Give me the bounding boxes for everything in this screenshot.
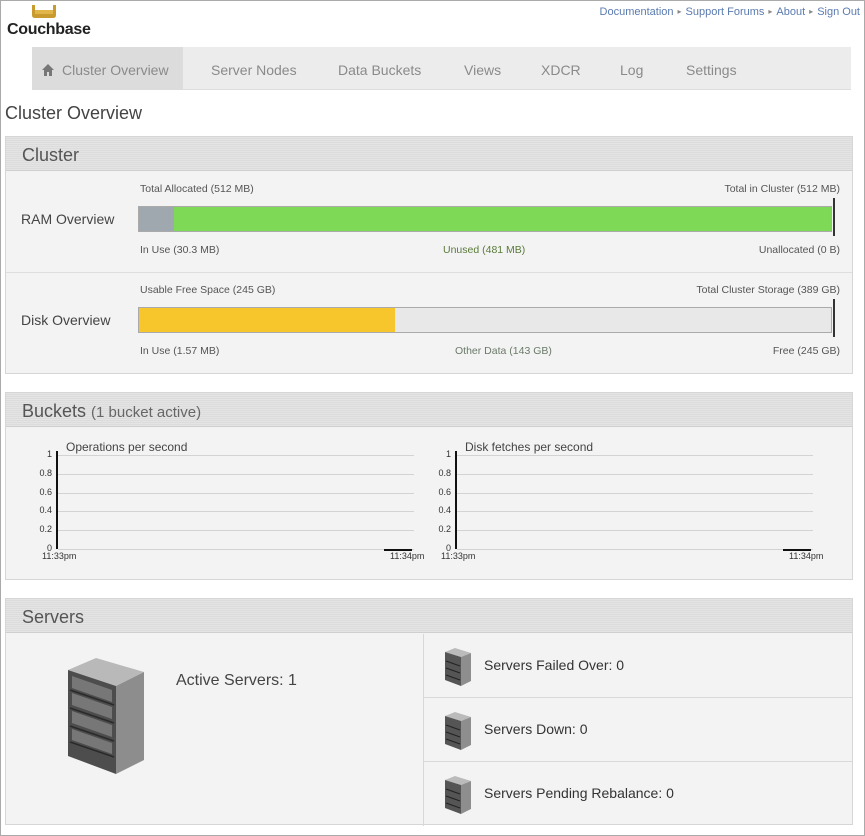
y-axis <box>56 451 58 549</box>
gridline <box>58 474 414 475</box>
buckets-panel-header: Buckets (1 bucket active) <box>6 393 852 427</box>
disk-overview-label: Disk Overview <box>21 312 111 328</box>
disk-in-use-segment <box>139 308 395 332</box>
ram-overview-label: RAM Overview <box>21 211 115 227</box>
x-tick-label: 11:34pm <box>390 551 425 561</box>
ram-marker <box>833 198 835 236</box>
logo-text: Couchbase <box>7 21 91 38</box>
disk-overview: Disk Overview Usable Free Space (245 GB)… <box>6 273 852 373</box>
servers-panel-header: Servers <box>6 599 852 633</box>
ram-total-allocated: Total Allocated (512 MB) <box>140 183 254 195</box>
cluster-panel: Cluster RAM Overview Total Allocated (51… <box>5 136 853 374</box>
servers-pending-rebalance-row: Servers Pending Rebalance: 0 <box>424 762 853 826</box>
servers-down: Servers Down: 0 <box>484 721 588 737</box>
tab-log[interactable]: Log <box>620 47 643 90</box>
disk-usable-free-space: Usable Free Space (245 GB) <box>140 284 276 296</box>
ram-in-use: In Use (30.3 MB) <box>140 244 220 256</box>
tab-label: Cluster Overview <box>62 62 169 78</box>
server-icon <box>445 776 471 814</box>
separator-icon: ▸ <box>768 7 773 16</box>
y-tick-label: 0.2 <box>438 524 451 534</box>
couchbase-logo-icon <box>32 5 56 18</box>
ram-in-use-segment <box>139 207 174 231</box>
gridline <box>457 455 813 456</box>
server-icon <box>445 648 471 686</box>
x-tick-label: 11:33pm <box>441 551 476 561</box>
about-link[interactable]: About <box>776 6 805 18</box>
operations-per-second-chart: Operations per second 1 0.8 0.6 0.4 0.2 0 11:33… <box>38 440 438 575</box>
y-tick-label: 0.4 <box>438 505 451 515</box>
ram-total-in-cluster: Total in Cluster (512 MB) <box>724 183 840 195</box>
ram-bar <box>138 206 832 232</box>
buckets-panel: Buckets (1 bucket active) Operations per… <box>5 392 853 580</box>
disk-marker <box>833 299 835 337</box>
documentation-link[interactable]: Documentation <box>600 6 674 18</box>
disk-bar <box>138 307 832 333</box>
servers-pending-rebalance: Servers Pending Rebalance: 0 <box>484 785 674 801</box>
gridline <box>457 549 813 550</box>
y-tick-label: 0.8 <box>438 468 451 478</box>
home-icon <box>42 64 54 76</box>
x-tick-label: 11:33pm <box>42 551 77 561</box>
y-tick-label: 0.2 <box>39 524 52 534</box>
tab-xdcr[interactable]: XDCR <box>541 47 581 90</box>
support-forums-link[interactable]: Support Forums <box>686 6 765 18</box>
servers-panel: Servers Active Servers: 1 Servers Failed… <box>5 598 853 826</box>
sign-out-link[interactable]: Sign Out <box>817 6 860 18</box>
separator-icon: ▸ <box>677 7 682 16</box>
disk-free: Free (245 GB) <box>772 345 840 357</box>
header: Couchbase Documentation ▸ Support Forums ▸ A… <box>1 1 864 45</box>
separator-icon: ▸ <box>809 7 814 16</box>
gridline <box>58 493 414 494</box>
server-icon <box>445 712 471 750</box>
ram-overview: RAM Overview Total Allocated (512 MB) To… <box>6 172 852 272</box>
server-tower-icon <box>68 658 144 774</box>
top-links: Documentation ▸ Support Forums ▸ About ▸ Sign … <box>600 6 860 18</box>
y-tick-label: 0.6 <box>39 487 52 497</box>
disk-total-cluster-storage: Total Cluster Storage (389 GB) <box>696 284 840 296</box>
server-status-list: Servers Failed Over: 0 Servers Down: 0 S… <box>423 634 853 826</box>
ram-unallocated: Unallocated (0 B) <box>758 244 840 256</box>
y-tick-label: 0.6 <box>438 487 451 497</box>
disk-other-data: Other Data (143 GB) <box>455 345 552 357</box>
buckets-title: Buckets (1 bucket active) <box>22 401 201 422</box>
y-tick-label: 1 <box>46 449 52 459</box>
gridline <box>457 530 813 531</box>
active-servers-section: Active Servers: 1 <box>6 634 423 826</box>
tab-settings[interactable]: Settings <box>686 47 737 90</box>
tab-data-buckets[interactable]: Data Buckets <box>338 47 421 90</box>
disk-in-use: In Use (1.57 MB) <box>140 345 220 357</box>
gridline <box>457 474 813 475</box>
page-title: Cluster Overview <box>5 103 143 123</box>
chart-title: Operations per second <box>66 440 188 454</box>
gridline <box>58 549 414 550</box>
gridline <box>457 511 813 512</box>
tab-cluster-overview[interactable]: Cluster Overview <box>32 47 183 90</box>
disk-fetches-per-second-chart: Disk fetches per second 1 0.8 0.6 0.4 0.2 0 11:… <box>437 440 837 575</box>
y-tick-label: 0.8 <box>39 468 52 478</box>
gridline <box>58 455 414 456</box>
cluster-title: Cluster <box>22 145 80 165</box>
gridline <box>457 493 813 494</box>
ram-unused: Unused (481 MB) <box>443 244 526 256</box>
gridline <box>58 511 414 512</box>
cluster-panel-header: Cluster <box>6 137 852 171</box>
tab-server-nodes[interactable]: Server Nodes <box>211 47 297 90</box>
ram-unused-segment <box>174 207 831 231</box>
servers-title: Servers <box>22 607 85 627</box>
gridline <box>58 530 414 531</box>
active-servers-count: Active Servers: 1 <box>176 672 297 689</box>
y-axis <box>455 451 457 549</box>
tab-views[interactable]: Views <box>464 47 501 90</box>
y-tick-label: 0.4 <box>39 505 52 515</box>
servers-failed-over: Servers Failed Over: 0 <box>484 657 625 673</box>
servers-down-row: Servers Down: 0 <box>424 698 853 762</box>
y-tick-label: 1 <box>445 449 451 459</box>
main-nav: Cluster Overview Server Nodes Data Bucke… <box>32 47 851 90</box>
x-tick-label: 11:34pm <box>789 551 824 561</box>
buckets-active-count: (1 bucket active) <box>91 404 202 421</box>
chart-title: Disk fetches per second <box>465 440 594 454</box>
buckets-title-text: Buckets <box>22 401 87 421</box>
servers-failed-over-row: Servers Failed Over: 0 <box>424 634 853 698</box>
